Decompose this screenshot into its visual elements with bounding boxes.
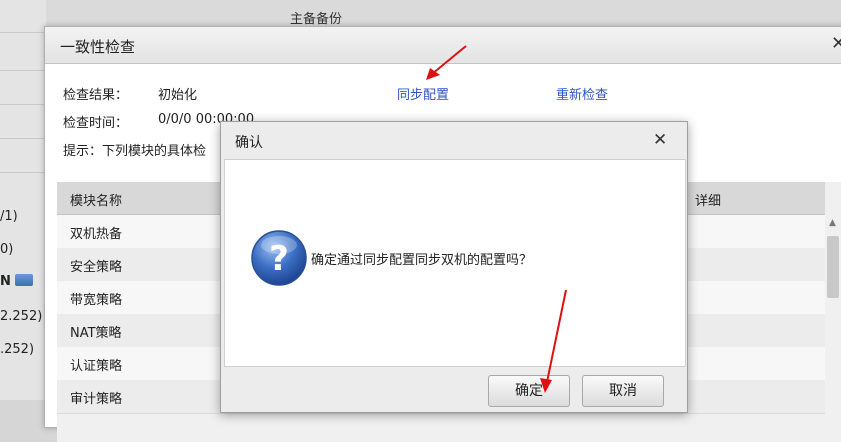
cancel-button[interactable]: 取消 xyxy=(582,375,664,407)
module-name: 认证策略 xyxy=(70,359,123,374)
question-icon: ? xyxy=(251,230,307,286)
dialog-title: 一致性检查 xyxy=(60,38,136,56)
sync-config-link[interactable]: 同步配置 xyxy=(397,84,449,103)
column-header-module: 模块名称 xyxy=(70,194,123,209)
scroll-thumb[interactable] xyxy=(827,236,839,298)
close-icon[interactable]: ✕ xyxy=(653,130,667,150)
background-fragment: 2.252) xyxy=(0,309,43,324)
module-name: 双机热备 xyxy=(70,227,123,242)
network-icon xyxy=(14,274,33,286)
background-header xyxy=(0,0,841,26)
background-fragment: N xyxy=(0,274,33,289)
background-fragment: 0) xyxy=(0,242,14,257)
ok-button[interactable]: 确定 xyxy=(488,375,570,407)
scroll-up-arrow-icon[interactable]: ▲ xyxy=(829,218,836,228)
hint-text: 提示：下列模块的具体检 xyxy=(63,144,207,159)
background-fragment: /1) xyxy=(0,209,18,224)
confirm-dialog: 确认 ✕ ? 确定通过同步配置同步双机的配置吗？ 确定 取消 xyxy=(220,121,688,413)
confirm-body: ? 确定通过同步配置同步双机的配置吗？ xyxy=(224,159,686,367)
module-name: 带宽策略 xyxy=(70,293,123,308)
module-name: NAT策略 xyxy=(70,326,122,341)
result-value: 初始化 xyxy=(158,88,198,103)
background-fragment: .252) xyxy=(0,342,35,357)
svg-text:?: ? xyxy=(269,239,289,279)
dialog-header: 一致性检查 ✕ xyxy=(45,27,841,64)
background-title: 主备备份 xyxy=(290,12,343,27)
result-label: 检查结果： xyxy=(63,88,129,103)
close-icon[interactable]: ✕ xyxy=(831,33,841,54)
module-name: 审计策略 xyxy=(70,392,123,407)
recheck-link[interactable]: 重新检查 xyxy=(556,84,608,103)
background-left-panel: /1) 0) N 2.252) .252) xyxy=(0,0,46,400)
confirm-message: 确定通过同步配置同步双机的配置吗？ xyxy=(311,253,533,268)
confirm-header: 确认 ✕ xyxy=(221,122,687,158)
confirm-title: 确认 xyxy=(235,135,263,151)
column-header-detail: 详细 xyxy=(695,194,722,209)
module-name: 安全策略 xyxy=(70,260,123,275)
time-label: 检查时间： xyxy=(63,116,129,131)
table-scrollbar[interactable]: ▲ xyxy=(825,214,841,442)
